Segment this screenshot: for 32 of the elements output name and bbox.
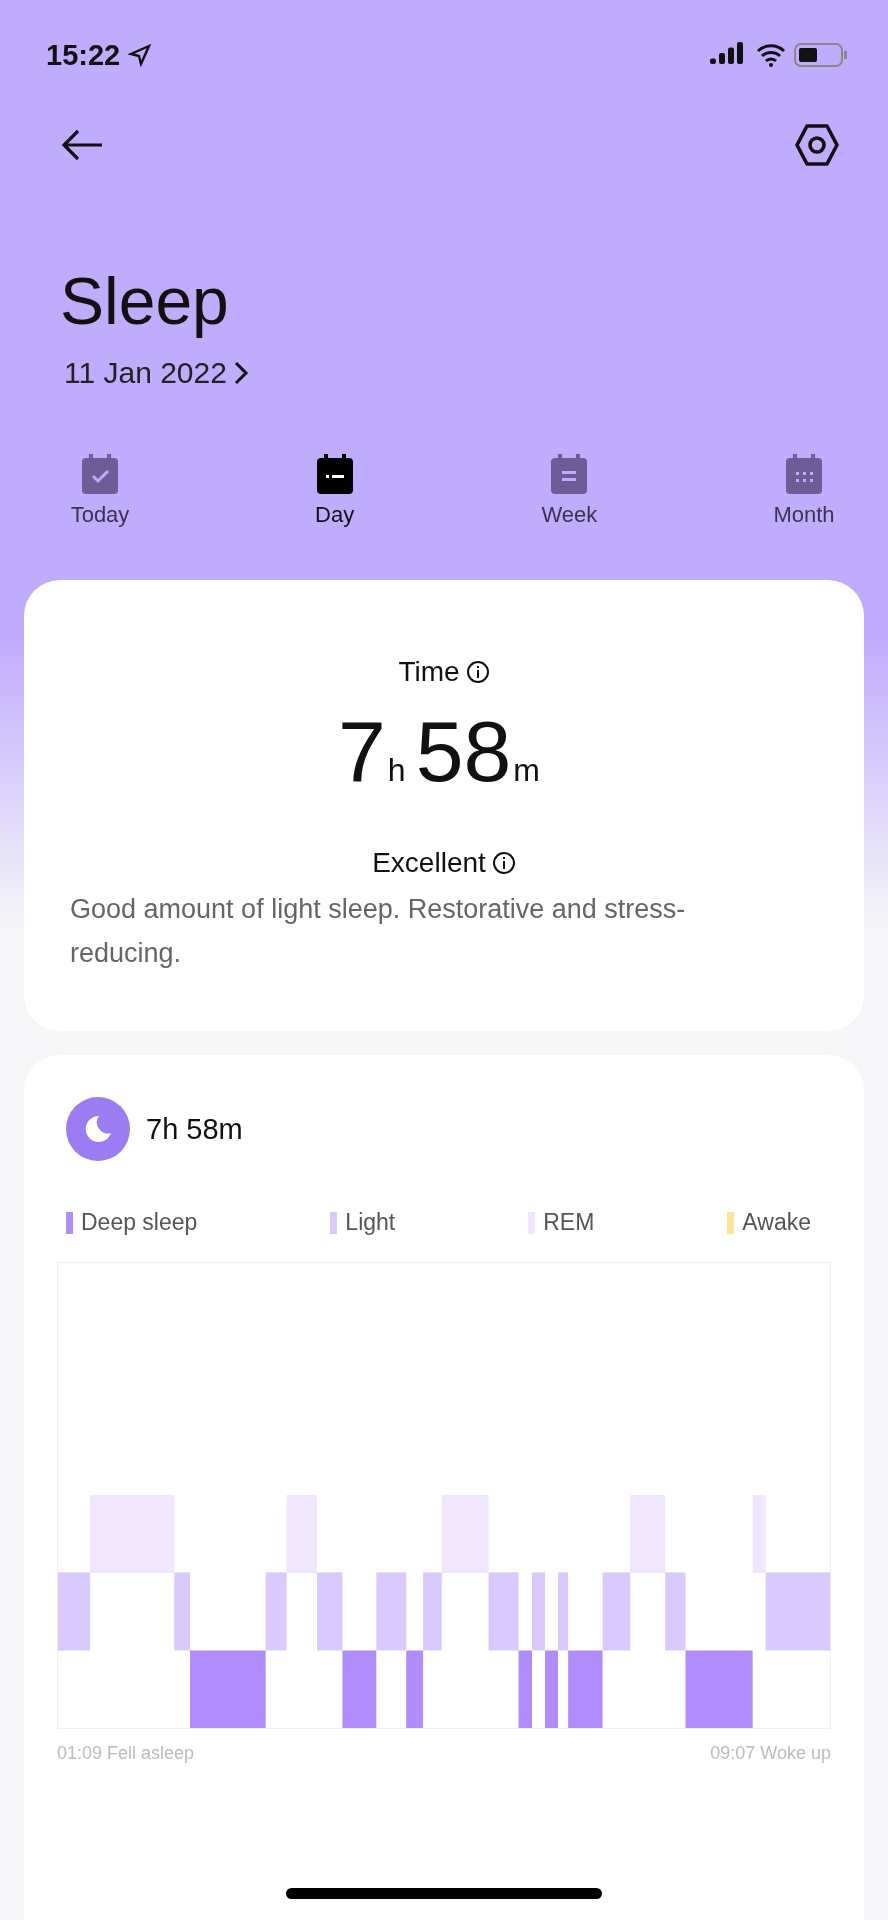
info-icon[interactable]: [491, 851, 516, 875]
calendar-icon: [80, 452, 120, 496]
time-label: Time: [398, 656, 460, 688]
wifi-icon: [756, 43, 786, 67]
legend-label: Awake: [742, 1209, 811, 1236]
back-button[interactable]: [60, 128, 104, 162]
hours-value: 7: [338, 702, 386, 801]
minutes-value: 58: [415, 702, 512, 801]
sleep-total: 7h 58m: [146, 1112, 243, 1146]
calendar-icon: [549, 452, 590, 496]
legend-label: REM: [543, 1209, 595, 1236]
info-icon[interactable]: [465, 660, 490, 684]
minutes-unit: m: [513, 752, 540, 789]
period-tab[interactable]: Month: [753, 452, 854, 528]
period-tab[interactable]: Week: [519, 452, 620, 528]
hours-unit: h: [387, 752, 406, 789]
rating-description: Good amount of light sleep. Restorative and stress-reducing.: [70, 893, 687, 970]
location-arrow-icon: [128, 43, 153, 67]
date-selector[interactable]: 11 Jan 2022: [64, 356, 249, 390]
rating-label: Excellent: [372, 847, 486, 879]
legend-label: Light: [345, 1209, 396, 1236]
calendar-icon: [783, 452, 824, 496]
status-time: 15:22: [46, 38, 121, 72]
legend-label: Deep sleep: [81, 1209, 198, 1236]
period-tab[interactable]: Day: [284, 452, 385, 528]
calendar-icon: [314, 452, 355, 496]
wake-up-label: 09:07 Woke up: [710, 1743, 831, 1764]
battery-icon: [794, 42, 848, 68]
chevron-right-icon: [232, 360, 249, 386]
period-tab[interactable]: Today: [50, 452, 150, 528]
sleep-start-label: 01:09 Fell asleep: [57, 1743, 195, 1764]
settings-button[interactable]: [794, 122, 840, 168]
